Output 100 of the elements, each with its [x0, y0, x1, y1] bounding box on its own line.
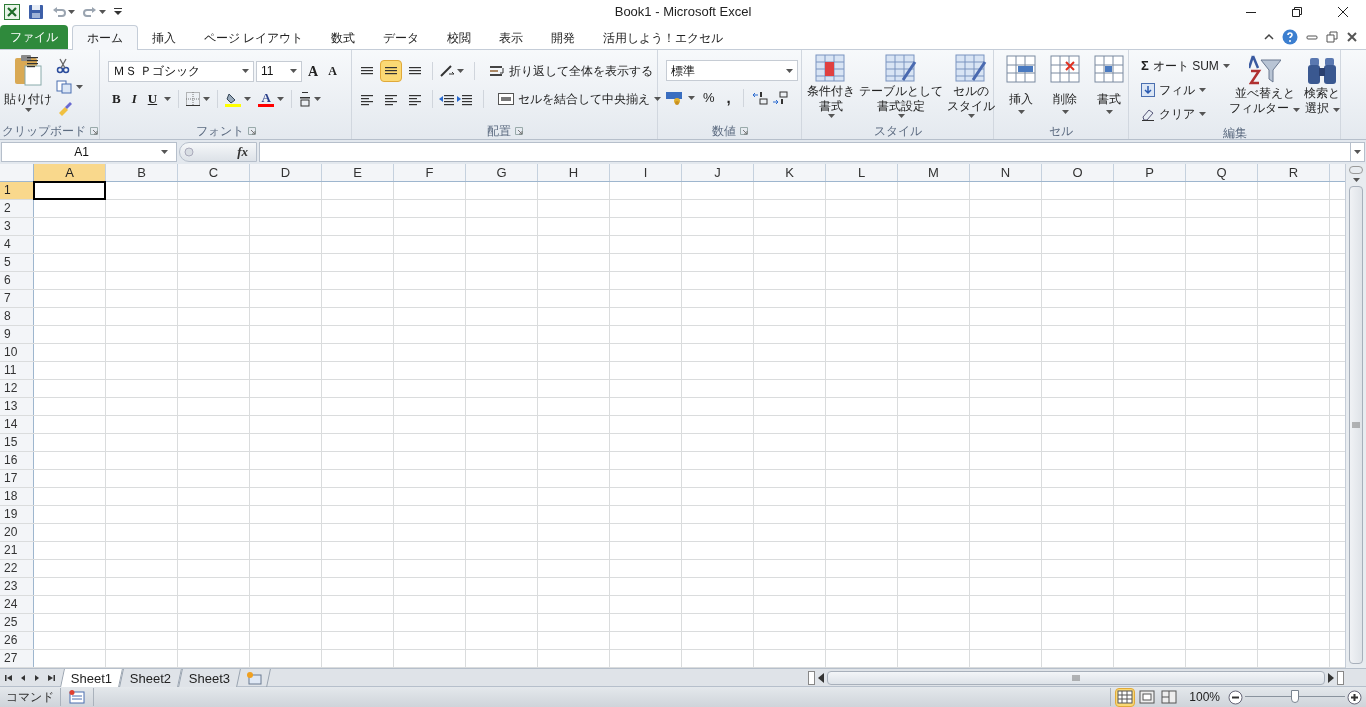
row-header[interactable]: 1: [0, 182, 34, 199]
column-header[interactable]: N: [970, 164, 1042, 181]
row-header[interactable]: 8: [0, 308, 34, 325]
column-header[interactable]: H: [538, 164, 610, 181]
row-header[interactable]: 17: [0, 470, 34, 487]
row-header[interactable]: 12: [0, 380, 34, 397]
sort-filter-button[interactable]: 並べ替えと フィルター: [1229, 54, 1300, 125]
page-break-view-button[interactable]: [1159, 687, 1180, 707]
cells-button[interactable]: 書式: [1090, 54, 1128, 114]
row-header[interactable]: 13: [0, 398, 34, 415]
font-name-dropdown[interactable]: ＭＳ Ｐゴシック: [108, 60, 254, 82]
file-tab[interactable]: ファイル: [0, 25, 68, 49]
comma-button[interactable]: ,: [722, 87, 735, 109]
ribbon-tab[interactable]: 数式: [317, 26, 370, 50]
merge-center-button[interactable]: セルを結合して中央揃え: [494, 88, 665, 110]
column-header[interactable]: Q: [1186, 164, 1258, 181]
row-header[interactable]: 27: [0, 650, 34, 667]
row-header[interactable]: 9: [0, 326, 34, 343]
name-box[interactable]: A1: [1, 142, 177, 162]
horizontal-scrollbar[interactable]: [827, 670, 1325, 685]
row-header[interactable]: 23: [0, 578, 34, 595]
percent-button[interactable]: %: [699, 87, 719, 109]
ribbon-tab[interactable]: 挿入: [138, 26, 190, 50]
wrap-text-button[interactable]: 折り返して全体を表示する: [485, 60, 657, 82]
cells-button[interactable]: 挿入: [1002, 54, 1040, 114]
number-format-dropdown[interactable]: 標準: [666, 60, 798, 81]
increase-font-size-button[interactable]: A: [304, 60, 323, 82]
ribbon-tab[interactable]: ページ レイアウト: [190, 26, 318, 50]
find-select-button[interactable]: 検索と 選択: [1304, 54, 1340, 125]
ribbon-tab[interactable]: 校閲: [433, 26, 486, 50]
column-header[interactable]: F: [394, 164, 466, 181]
column-header[interactable]: R: [1258, 164, 1330, 181]
insert-function-button[interactable]: fx: [237, 142, 248, 162]
paste-button[interactable]: 貼り付け: [4, 54, 52, 123]
ribbon-tab[interactable]: ホーム: [72, 25, 138, 50]
column-header[interactable]: E: [322, 164, 394, 181]
ribbon-tab[interactable]: データ: [369, 26, 434, 50]
column-header[interactable]: D: [250, 164, 322, 181]
cells-button[interactable]: 削除: [1046, 54, 1084, 114]
row-header[interactable]: 11: [0, 362, 34, 379]
style-button[interactable]: セルの スタイル: [946, 54, 996, 118]
autosum-button[interactable]: Σ オート SUM: [1137, 55, 1229, 77]
column-header[interactable]: K: [754, 164, 826, 181]
ribbon-tab[interactable]: 表示: [485, 26, 538, 50]
row-header[interactable]: 20: [0, 524, 34, 541]
row-header[interactable]: 4: [0, 236, 34, 253]
zoom-slider-thumb[interactable]: [1291, 690, 1299, 703]
row-header[interactable]: 18: [0, 488, 34, 505]
ribbon-tab[interactable]: 活用しよう！エクセル: [589, 26, 738, 50]
column-header[interactable]: B: [106, 164, 178, 181]
page-layout-view-button[interactable]: [1137, 687, 1158, 707]
column-header[interactable]: I: [610, 164, 682, 181]
normal-view-button[interactable]: [1115, 687, 1136, 707]
decrease-decimal-icon: [771, 91, 788, 105]
column-header[interactable]: M: [898, 164, 970, 181]
active-cell[interactable]: [33, 181, 106, 200]
column-header[interactable]: O: [1042, 164, 1114, 181]
vertical-scrollbar[interactable]: [1345, 164, 1366, 668]
column-header[interactable]: G: [466, 164, 538, 181]
split-box[interactable]: [808, 670, 815, 685]
column-header[interactable]: P: [1114, 164, 1186, 181]
row-header[interactable]: 26: [0, 632, 34, 649]
style-button[interactable]: 条件付き 書式: [806, 54, 856, 118]
row-header[interactable]: 22: [0, 560, 34, 577]
row-header[interactable]: 2: [0, 200, 34, 217]
row-header[interactable]: 10: [0, 344, 34, 361]
font-size-dropdown[interactable]: 11: [256, 60, 302, 82]
clear-button[interactable]: クリア: [1137, 103, 1229, 125]
sheet-tab[interactable]: Sheet1: [60, 668, 124, 687]
caret-icon: [76, 85, 83, 89]
zoom-slider[interactable]: [1245, 690, 1345, 704]
row-header[interactable]: 19: [0, 506, 34, 523]
column-header[interactable]: A: [34, 164, 106, 181]
sheet-tab[interactable]: Sheet3: [178, 668, 242, 687]
row-header[interactable]: 21: [0, 542, 34, 559]
bold-button[interactable]: B: [108, 88, 125, 110]
row-header[interactable]: 15: [0, 434, 34, 451]
row-header[interactable]: 24: [0, 596, 34, 613]
row-header[interactable]: 16: [0, 452, 34, 469]
fill-button[interactable]: フィル: [1137, 79, 1229, 101]
row-header[interactable]: 14: [0, 416, 34, 433]
column-header[interactable]: C: [178, 164, 250, 181]
style-button[interactable]: テーブルとして 書式設定: [858, 54, 944, 118]
column-header[interactable]: L: [826, 164, 898, 181]
row-header[interactable]: 7: [0, 290, 34, 307]
formula-input[interactable]: [259, 142, 1365, 162]
font-color-button[interactable]: A: [261, 91, 271, 104]
zoom-level[interactable]: 100%: [1181, 688, 1228, 706]
italic-button[interactable]: I: [127, 88, 141, 110]
column-header[interactable]: J: [682, 164, 754, 181]
row-header[interactable]: 3: [0, 218, 34, 235]
row-header[interactable]: 5: [0, 254, 34, 271]
ribbon-tab[interactable]: 開発: [537, 26, 590, 50]
underline-button[interactable]: U: [143, 88, 162, 110]
row-header[interactable]: 6: [0, 272, 34, 289]
sheet-tab[interactable]: Sheet2: [119, 668, 183, 687]
split-box[interactable]: [1337, 670, 1344, 685]
align-middle-button[interactable]: [380, 60, 402, 82]
decrease-font-size-button[interactable]: A: [324, 60, 341, 82]
row-header[interactable]: 25: [0, 614, 34, 631]
